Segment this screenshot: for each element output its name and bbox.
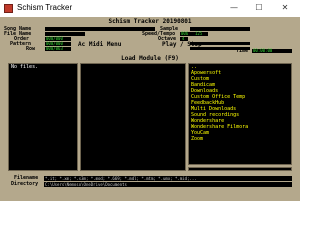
row-label: Row — [26, 46, 36, 52]
file-list-panel[interactable]: No files. — [8, 63, 78, 171]
tracker-screen: Schism Tracker 20190801 Song Name File N… — [0, 17, 300, 201]
filename-value: *.it; *.xm; *.s3m; *.mod; *.669; *.mdl; … — [45, 175, 197, 181]
tempo-value: 125 — [195, 31, 203, 36]
mode-indicator: Ac Midi Menu — [78, 41, 122, 48]
row-value: 000/063 — [46, 46, 63, 51]
file-info-panel — [80, 63, 186, 171]
time-label: Time — [236, 48, 249, 54]
scroll-bar[interactable] — [188, 167, 292, 171]
directory-list-panel[interactable]: .. Apowersoft Custom Bandicam Downloads … — [188, 63, 292, 165]
no-files-text: No files. — [11, 64, 39, 70]
minimize-button[interactable]: — — [223, 0, 245, 17]
directory-value: C:\Users\Nemoso\OneDrive\Documents — [45, 181, 127, 187]
window-title: Schism Tracker — [17, 3, 73, 12]
maximize-button[interactable]: ☐ — [248, 0, 270, 17]
load-module-title: Load Module (F9) — [121, 55, 179, 62]
time-value: 00:00:00 — [253, 48, 273, 53]
window-titlebar: Schism Tracker — ☐ ✕ — [0, 0, 300, 18]
directory-label: Directory — [11, 181, 39, 187]
app-icon — [4, 4, 13, 13]
close-button[interactable]: ✕ — [274, 0, 296, 17]
song-name-field[interactable] — [45, 27, 155, 31]
directory-item[interactable]: Zoom — [191, 136, 203, 143]
app-header: Schism Tracker 20190801 — [108, 18, 192, 25]
play-stop-indicator: Play / Stop — [162, 41, 202, 48]
